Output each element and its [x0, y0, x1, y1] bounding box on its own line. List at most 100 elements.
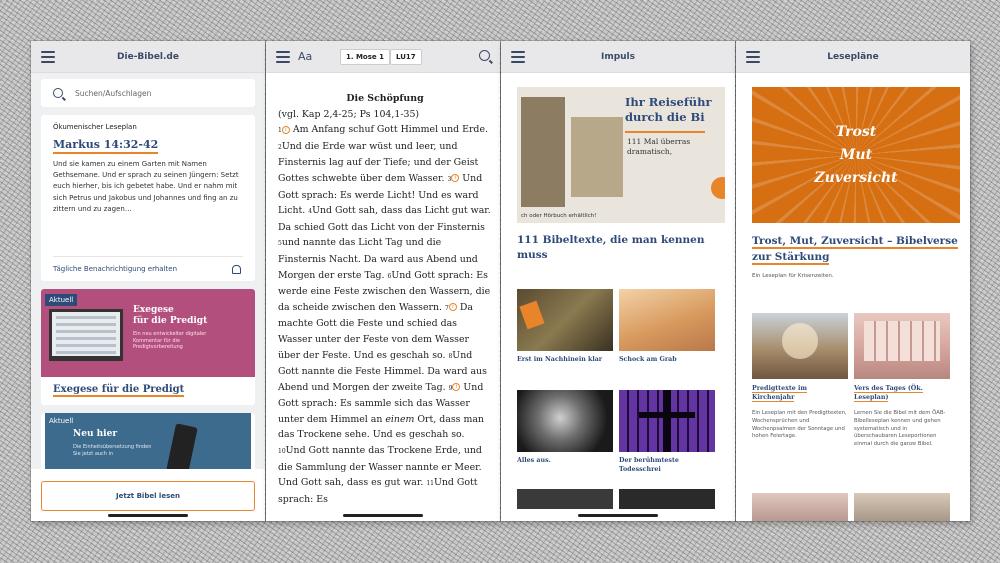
promo2-sub: Die Einheitsübersetzung finden Sie jetzt…: [73, 444, 152, 457]
home-indicator: [578, 514, 658, 517]
menu-icon[interactable]: [41, 51, 55, 63]
info-icon[interactable]: i: [451, 174, 460, 183]
plan-card-title: Vers des Tages (Ök. Leseplan): [854, 385, 950, 402]
tile-caption: Schock am Grab: [619, 356, 677, 363]
promo-banner-sub: Ein neu entwickelter digitaler Kommentar…: [133, 331, 207, 350]
top-bar: Impuls: [501, 41, 735, 73]
impuls-tile[interactable]: Der berühmteste Todesschrei: [619, 390, 715, 474]
passage-text: Und sie kamen zu einem Garten mit Namen …: [53, 160, 239, 213]
tile-caption: Alles aus.: [517, 457, 551, 464]
article-title[interactable]: 111 Bibeltexte, die man kennen muss: [517, 233, 723, 263]
plan-card-title: Predigttexte im Kirchenjahr: [752, 385, 848, 402]
hero-heading: Ihr Reiseführ durch die Bi: [625, 95, 712, 125]
impuls-hero-image[interactable]: Ihr Reiseführ durch die Bi 111 Mal überr…: [517, 87, 725, 223]
plan-title[interactable]: Trost, Mut, Zuversicht – Bibelverse zur …: [752, 233, 960, 265]
menu-icon[interactable]: [276, 51, 290, 63]
promo-card-neu-hier[interactable]: Aktuell Neu hier Die Einheitsübersetzung…: [41, 413, 255, 477]
bell-icon[interactable]: [232, 265, 241, 274]
search-input[interactable]: Suchen/Aufschlagen: [41, 79, 255, 107]
info-icon[interactable]: i: [452, 383, 461, 392]
promo2-tag: Aktuell: [49, 417, 74, 425]
phone-reader-screen: Aa 1. Mose 1 LU17 Die Schöpfung (vgl. Ka…: [266, 41, 500, 521]
menu-icon[interactable]: [746, 51, 760, 63]
home-indicator: [343, 514, 423, 517]
window-glow: [782, 323, 818, 359]
home-indicator: [108, 514, 188, 517]
app-title: Die-Bibel.de: [117, 51, 179, 62]
verse-emphasis: einem: [385, 413, 415, 425]
hero-underline: [625, 131, 705, 133]
plan-card-title-text: Predigttexte im Kirchenjahr: [752, 385, 807, 402]
info-icon[interactable]: i: [281, 125, 290, 134]
bible-text: Die Schöpfung (vgl. Kap 2,4-25; Ps 104,1…: [266, 73, 500, 507]
plan-card-description: Lernen Sie die Bibel mit dem ÖAB-Bibelle…: [854, 410, 946, 448]
book-selector[interactable]: 1. Mose 1: [340, 49, 390, 65]
cross-reference[interactable]: (vgl. Kap 2,4-25; Ps 104,1-35): [278, 107, 492, 123]
tile-image: [619, 289, 715, 351]
hero-word: Mut: [839, 147, 873, 163]
top-bar: Aa 1. Mose 1 LU17: [266, 41, 500, 73]
promo-card-exegese[interactable]: Aktuell Exegese für die Predigt Ein neu …: [41, 289, 255, 405]
smartphone-image: [166, 423, 198, 469]
plan-card[interactable]: Vers des Tages (Ök. Leseplan) Lernen Sie…: [854, 313, 950, 449]
tile-image: [517, 390, 613, 452]
plan-subtitle: Ein Leseplan für Krisenzeiten.: [752, 273, 834, 279]
passage-reference[interactable]: Markus 14:32-42: [53, 138, 159, 154]
plan-card-description: Ein Leseplan mit den Predigttexten, Woch…: [752, 410, 847, 440]
tile-image: [517, 289, 613, 351]
laptop-image: [49, 309, 123, 361]
hero-word: Trost: [835, 124, 877, 140]
translation-selector[interactable]: LU17: [390, 49, 422, 65]
screen-title: Impuls: [600, 51, 636, 62]
promo-title[interactable]: Exegese für die Predigt: [41, 378, 196, 397]
promo-heading-line2: für die Predigt: [133, 316, 208, 326]
notification-toggle[interactable]: Tägliche Benachrichtigung erhalten: [53, 256, 243, 274]
impuls-tile[interactable]: Schock am Grab: [619, 289, 715, 365]
tile-image: [517, 489, 613, 509]
promo-tag: Aktuell: [45, 294, 78, 306]
tile-image: [619, 390, 715, 452]
book-cover-image: [571, 117, 623, 197]
plan-hero-image[interactable]: Trost Mut Zuversicht: [752, 87, 960, 223]
chapter-heading: Die Schöpfung: [346, 93, 424, 104]
menu-icon[interactable]: [511, 51, 525, 63]
hero-word: Zuversicht: [814, 170, 898, 186]
building-image: [854, 313, 950, 379]
tile-image: [619, 489, 715, 509]
verse-number: 11: [426, 480, 434, 488]
impuls-tile-partial[interactable]: [517, 489, 613, 509]
search-icon[interactable]: [479, 50, 490, 61]
hero-heading-line1: Ihr Reiseführ: [625, 95, 712, 109]
badge-circle: [711, 177, 725, 199]
impuls-tile[interactable]: Alles aus.: [517, 390, 613, 466]
plan-card[interactable]: Predigttexte im Kirchenjahr Ein Leseplan…: [752, 313, 848, 441]
plan-card-title-text: Vers des Tages (Ök. Leseplan): [854, 385, 923, 402]
hero-heading-line2: durch die Bi: [625, 110, 705, 124]
hero-sub-line2: dramatisch,: [627, 147, 673, 156]
search-placeholder: Suchen/Aufschlagen: [75, 88, 152, 98]
plan-card-partial[interactable]: [752, 493, 848, 521]
tile-caption: Der berühmteste Todesschrei: [619, 457, 679, 473]
read-bible-button[interactable]: Jetzt Bibel lesen: [41, 481, 255, 511]
phone-lesepläne-screen: Lesepläne Trost Mut Zuversicht Trost, Mu…: [736, 41, 970, 521]
info-icon[interactable]: i: [448, 303, 457, 312]
plan-title-text: Trost, Mut, Zuversicht – Bibelverse zur …: [752, 235, 958, 265]
hero-subtext: 111 Mal überras dramatisch,: [627, 137, 690, 157]
promo-title-text: Exegese für die Predigt: [53, 384, 185, 397]
plan-card-partial[interactable]: [854, 493, 950, 521]
top-bar: Lesepläne: [736, 41, 970, 73]
facade-pattern: [864, 321, 940, 361]
phone-impuls-screen: Impuls Ihr Reiseführ durch die Bi 111 Ma…: [501, 41, 735, 521]
promo2-heading: Neu hier: [73, 429, 118, 439]
cross-horizontal: [639, 412, 695, 418]
impuls-tile[interactable]: Erst im Nachhinein klar: [517, 289, 613, 365]
text-size-icon[interactable]: Aa: [298, 50, 312, 63]
book-cover-image: [521, 97, 565, 207]
promo-heading-line1: Exegese: [133, 305, 174, 315]
impuls-tile-partial[interactable]: [619, 489, 715, 509]
top-bar: Die-Bibel.de: [31, 41, 265, 73]
hero-words: Trost Mut Zuversicht: [752, 121, 960, 190]
leseplan-card[interactable]: Ökumenischer Leseplan Markus 14:32-42 Un…: [41, 115, 255, 281]
notification-label: Tägliche Benachrichtigung erhalten: [53, 265, 178, 273]
hero-sub-line1: 111 Mal überras: [627, 137, 691, 146]
